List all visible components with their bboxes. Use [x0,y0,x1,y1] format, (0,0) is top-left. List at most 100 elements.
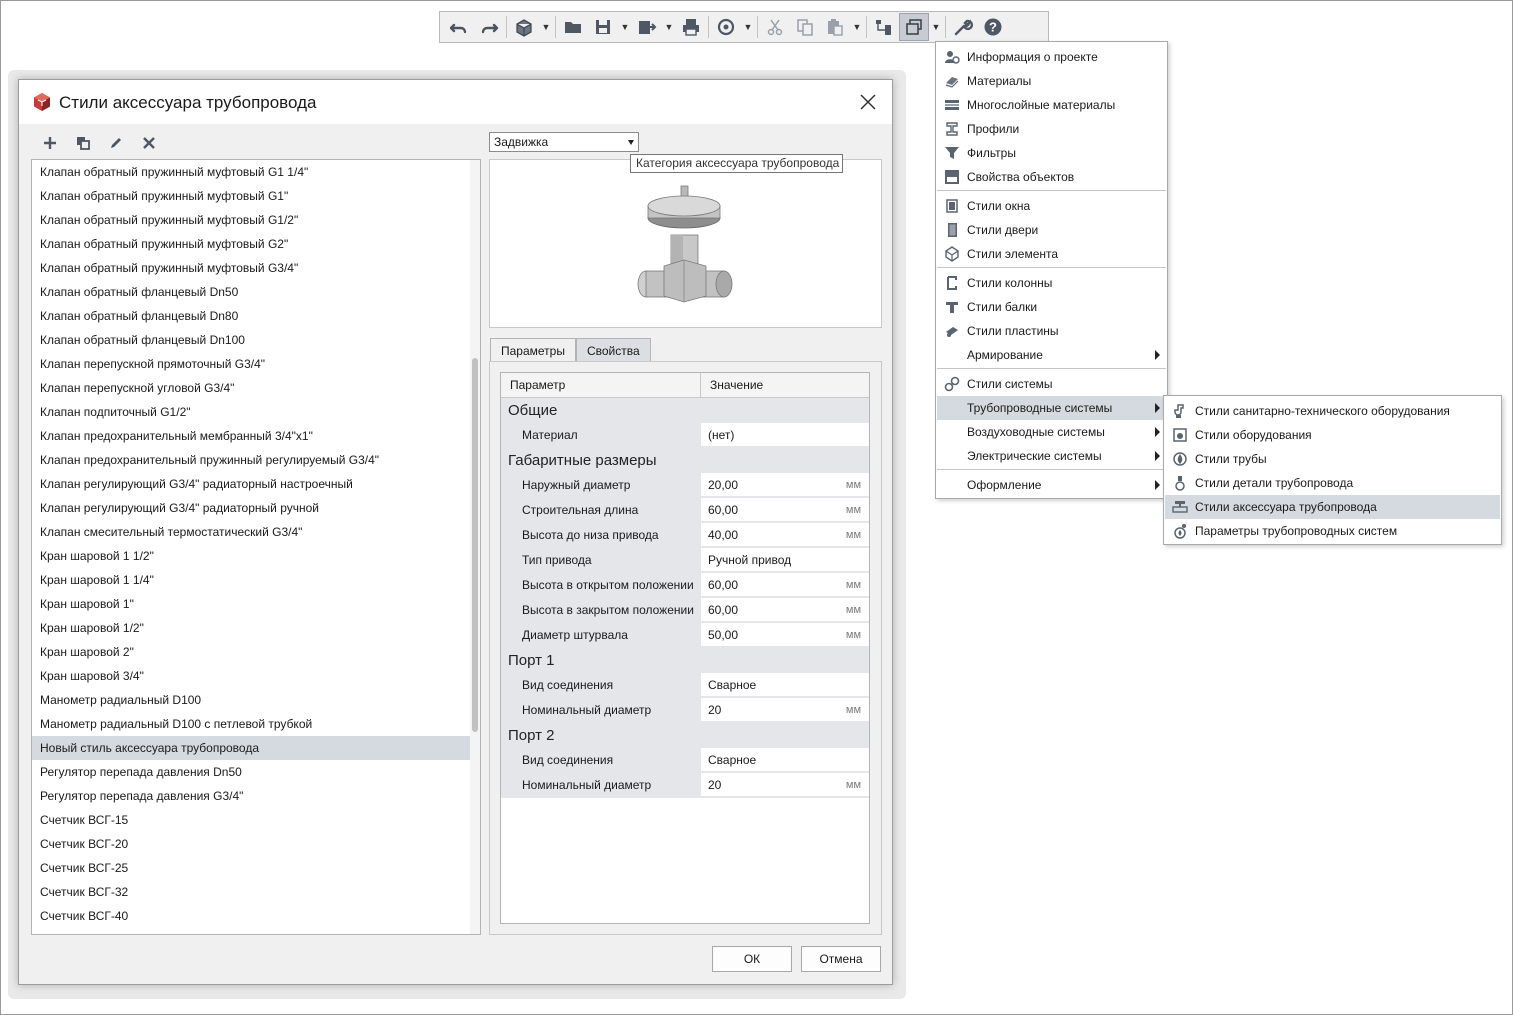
add-style-button[interactable] [33,132,66,154]
grid-param-row[interactable]: Вид соединения Сварное [501,748,869,773]
list-item[interactable]: Кран шаровой 3/4" [32,664,480,688]
paste-dropdown[interactable]: ▼ [850,13,864,41]
close-icon[interactable] [858,92,878,112]
menu-item-column-styles[interactable]: Стили колонны [937,271,1166,295]
tab-properties[interactable]: Свойства [575,338,651,362]
menu-item-design[interactable]: Оформление [937,473,1166,497]
list-item[interactable]: Счетчик ВСГ-25 [32,856,480,880]
styles-dropdown[interactable]: ▼ [929,13,943,41]
undo-button[interactable] [444,13,474,41]
list-item[interactable]: Счетчик ВСГ-32 [32,880,480,904]
param-value-field[interactable]: 20 мм [701,698,869,722]
list-scrollbar[interactable] [470,160,480,934]
settings-button[interactable] [948,13,978,41]
grid-param-row[interactable]: Тип привода Ручной привод [501,548,869,573]
list-item[interactable]: Счетчик ВСГ-15 [32,808,480,832]
export-button[interactable] [632,13,662,41]
menu-item-duct-systems[interactable]: Воздуховодные системы [937,420,1166,444]
open-button[interactable] [558,13,588,41]
menu-item-object-properties[interactable]: Свойства объектов [937,165,1166,189]
submenu-item-sanitary-equipment[interactable]: Стили санитарно-технического оборудовани… [1165,399,1500,423]
param-value-field[interactable]: 50,00 мм [701,623,869,647]
export-dropdown[interactable]: ▼ [662,13,676,41]
print-button[interactable] [676,13,706,41]
menu-item-profiles[interactable]: Профили [937,117,1166,141]
menu-item-window-styles[interactable]: Стили окна [937,194,1166,218]
list-item[interactable]: Клапан предохранительный мембранный 3/4"… [32,424,480,448]
grid-param-row[interactable]: Высота до низа привода 40,00 мм [501,523,869,548]
list-item[interactable]: Клапан регулирующий G3/4" радиаторный ру… [32,496,480,520]
grid-param-row[interactable]: Материал (нет) [501,423,869,448]
menu-item-door-styles[interactable]: Стили двери [937,218,1166,242]
list-item[interactable]: Счетчик ВСГ-40 [32,904,480,928]
menu-item-materials[interactable]: Материалы [937,69,1166,93]
grid-param-row[interactable]: Строительная длина 60,00 мм [501,498,869,523]
list-item[interactable]: Клапан перепускной прямоточный G3/4" [32,352,480,376]
menu-item-pipe-systems[interactable]: Трубопроводные системы [937,396,1166,420]
list-item[interactable]: Клапан регулирующий G3/4" радиаторный на… [32,472,480,496]
list-item[interactable]: Клапан обратный пружинный муфтовый G2" [32,232,480,256]
param-value-field[interactable]: 60,00 мм [701,498,869,522]
redo-button[interactable] [474,13,504,41]
menu-item-filters[interactable]: Фильтры [937,141,1166,165]
cut-button[interactable] [760,13,790,41]
submenu-item-pipe-system-params[interactable]: Параметры трубопроводных систем [1165,519,1500,543]
ok-button[interactable]: ОК [712,946,792,972]
category-select[interactable]: Задвижка [489,132,639,152]
grid-param-row[interactable]: Вид соединения Сварное [501,673,869,698]
param-value-field[interactable]: 60,00 мм [701,598,869,622]
delete-style-button[interactable] [132,132,165,154]
menu-item-beam-styles[interactable]: Стили балки [937,295,1166,319]
list-item[interactable]: Клапан обратный пружинный муфтовый G3/4" [32,256,480,280]
list-item[interactable]: Регулятор перепада давления G3/4" [32,784,480,808]
save-dropdown[interactable]: ▼ [618,13,632,41]
param-value-field[interactable]: Сварное [701,673,869,697]
list-item[interactable]: Манометр радиальный D100 [32,688,480,712]
sync-button[interactable] [711,13,741,41]
list-item[interactable]: Счетчик ВСГ-20 [32,832,480,856]
submenu-item-equipment-styles[interactable]: Стили оборудования [1165,423,1500,447]
list-item[interactable]: Клапан подпиточный G1/2" [32,400,480,424]
list-item[interactable]: Клапан обратный фланцевый Dn80 [32,304,480,328]
submenu-item-pipe-styles[interactable]: Стили трубы [1165,447,1500,471]
list-item[interactable]: Кран шаровой 1 1/4" [32,568,480,592]
param-value-field[interactable]: 60,00 мм [701,573,869,597]
list-item[interactable]: Регулятор перепада давления Dn50 [32,760,480,784]
menu-item-element-styles[interactable]: Стили элемента [937,242,1166,266]
list-item[interactable]: Кран шаровой 1/2" [32,616,480,640]
tab-parameters[interactable]: Параметры [490,338,576,362]
param-value-field[interactable]: 20 мм [701,773,869,797]
list-item[interactable]: Клапан смесительный термостатический G3/… [32,520,480,544]
list-item[interactable]: Клапан предохранительный пружинный регул… [32,448,480,472]
grid-param-row[interactable]: Высота в закрытом положении 60,00 мм [501,598,869,623]
help-button[interactable]: ? [978,13,1008,41]
menu-item-multilayer-materials[interactable]: Многослойные материалы [937,93,1166,117]
structure-button[interactable] [869,13,899,41]
list-item[interactable]: Клапан перепускной угловой G3/4" [32,376,480,400]
list-item[interactable]: Кран шаровой 1 1/2" [32,544,480,568]
duplicate-style-button[interactable] [66,132,99,154]
paste-button[interactable] [820,13,850,41]
menu-item-electrical-systems[interactable]: Электрические системы [937,444,1166,468]
copy-button[interactable] [790,13,820,41]
menu-item-system-styles[interactable]: Стили системы [937,372,1166,396]
grid-param-row[interactable]: Номинальный диаметр 20 мм [501,773,869,798]
param-value-field[interactable]: Сварное [701,748,869,772]
styles-button[interactable] [899,13,929,41]
list-item[interactable]: Клапан обратный фланцевый Dn50 [32,280,480,304]
menu-item-plate-styles[interactable]: Стили пластины [937,319,1166,343]
3d-view-dropdown[interactable]: ▼ [539,13,553,41]
menu-item-reinforcement[interactable]: Армирование [937,343,1166,367]
list-item[interactable]: Кран шаровой 1" [32,592,480,616]
list-item[interactable]: Клапан обратный пружинный муфтовый G1/2" [32,208,480,232]
sync-dropdown[interactable]: ▼ [741,13,755,41]
list-item[interactable]: Клапан обратный фланцевый Dn100 [32,328,480,352]
save-button[interactable] [588,13,618,41]
list-item[interactable]: Кран шаровой 2" [32,640,480,664]
3d-view-button[interactable] [509,13,539,41]
grid-param-row[interactable]: Номинальный диаметр 20 мм [501,698,869,723]
list-item[interactable]: Новый стиль аксессуара трубопровода [32,736,480,760]
param-value-field[interactable]: 40,00 мм [701,523,869,547]
submenu-item-pipe-accessory[interactable]: Стили аксессуара трубопровода [1165,495,1500,519]
submenu-item-pipe-fitting[interactable]: Стили детали трубопровода [1165,471,1500,495]
